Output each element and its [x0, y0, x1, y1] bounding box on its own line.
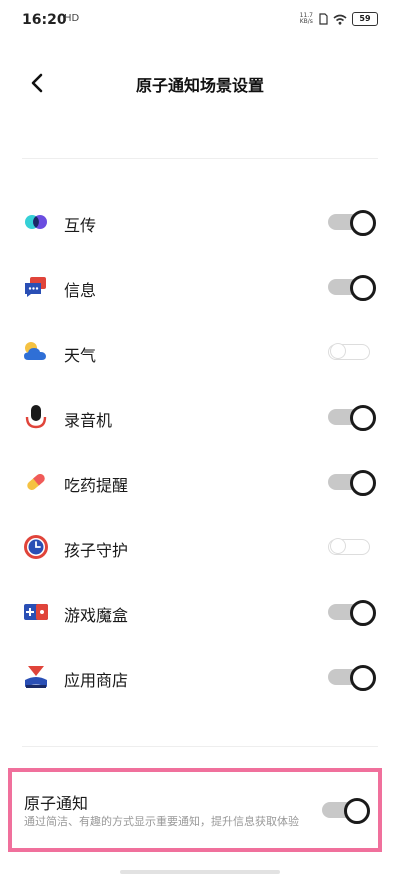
atomic-notification-description: 通过简洁、有趣的方式显示重要通知，提升信息获取体验 — [24, 815, 299, 828]
scene-row-messages[interactable]: 信息 — [0, 267, 400, 307]
header: 原子通知场景设置 — [0, 60, 400, 104]
scene-toggle-recorder[interactable] — [328, 405, 376, 431]
pill-icon — [27, 473, 45, 491]
scene-row-pill-reminder[interactable]: 吃药提醒 — [0, 462, 400, 502]
scene-toggle-app-store[interactable] — [328, 665, 376, 691]
scene-label: 信息 — [64, 281, 97, 300]
clock-shield-icon — [24, 535, 48, 559]
atomic-notification-title: 原子通知 — [24, 794, 89, 813]
atomic-notification-card: 原子通知 通过简洁、有趣的方式显示重要通知，提升信息获取体验 — [8, 768, 382, 852]
page-title: 原子通知场景设置 — [135, 76, 264, 95]
status-hd-badge: HD — [64, 13, 80, 24]
scene-label: 孩子守护 — [64, 541, 129, 560]
scene-toggle-child-guard[interactable] — [328, 535, 374, 559]
scene-label: 录音机 — [64, 411, 113, 430]
scene-row-app-store[interactable]: 应用商店 — [0, 657, 400, 697]
scene-row-child-guard[interactable]: 孩子守护 — [0, 527, 400, 567]
scene-label: 互传 — [64, 216, 97, 235]
messages-icon — [25, 277, 46, 297]
status-bar: 16:20 HD 11.7 KB/s 59 — [0, 0, 400, 42]
status-right: 11.7 KB/s 59 — [300, 12, 378, 26]
sim-icon — [319, 13, 328, 25]
scene-label: 天气 — [64, 346, 97, 365]
transfer-icon — [25, 215, 47, 229]
battery-indicator: 59 — [352, 12, 378, 26]
home-indicator[interactable] — [120, 870, 280, 874]
divider-bottom — [22, 746, 378, 747]
scene-row-weather[interactable]: 天气 — [0, 332, 400, 372]
divider-top — [22, 158, 378, 159]
app-store-icon — [25, 666, 47, 688]
scene-row-transfer[interactable]: 互传 — [0, 202, 400, 242]
scene-row-recorder[interactable]: 录音机 — [0, 397, 400, 437]
scene-label: 吃药提醒 — [64, 476, 129, 495]
network-speed-unit: KB/s — [299, 18, 313, 25]
scene-label: 应用商店 — [64, 671, 129, 690]
scene-toggle-game-box[interactable] — [328, 600, 376, 626]
weather-icon — [24, 342, 46, 360]
scene-toggle-messages[interactable] — [328, 275, 376, 301]
scene-toggle-weather[interactable] — [328, 340, 374, 364]
microphone-icon — [25, 405, 47, 429]
wifi-icon — [333, 14, 347, 25]
scene-toggle-pill-reminder[interactable] — [328, 470, 376, 496]
status-time: 16:20 — [22, 12, 67, 28]
scene-toggle-transfer[interactable] — [328, 210, 376, 236]
game-box-icon — [24, 604, 48, 620]
network-speed: 11.7 KB/s — [300, 13, 313, 25]
scene-row-game-box[interactable]: 游戏魔盒 — [0, 592, 400, 632]
scene-label: 游戏魔盒 — [64, 606, 129, 625]
atomic-notification-toggle[interactable] — [322, 798, 370, 824]
